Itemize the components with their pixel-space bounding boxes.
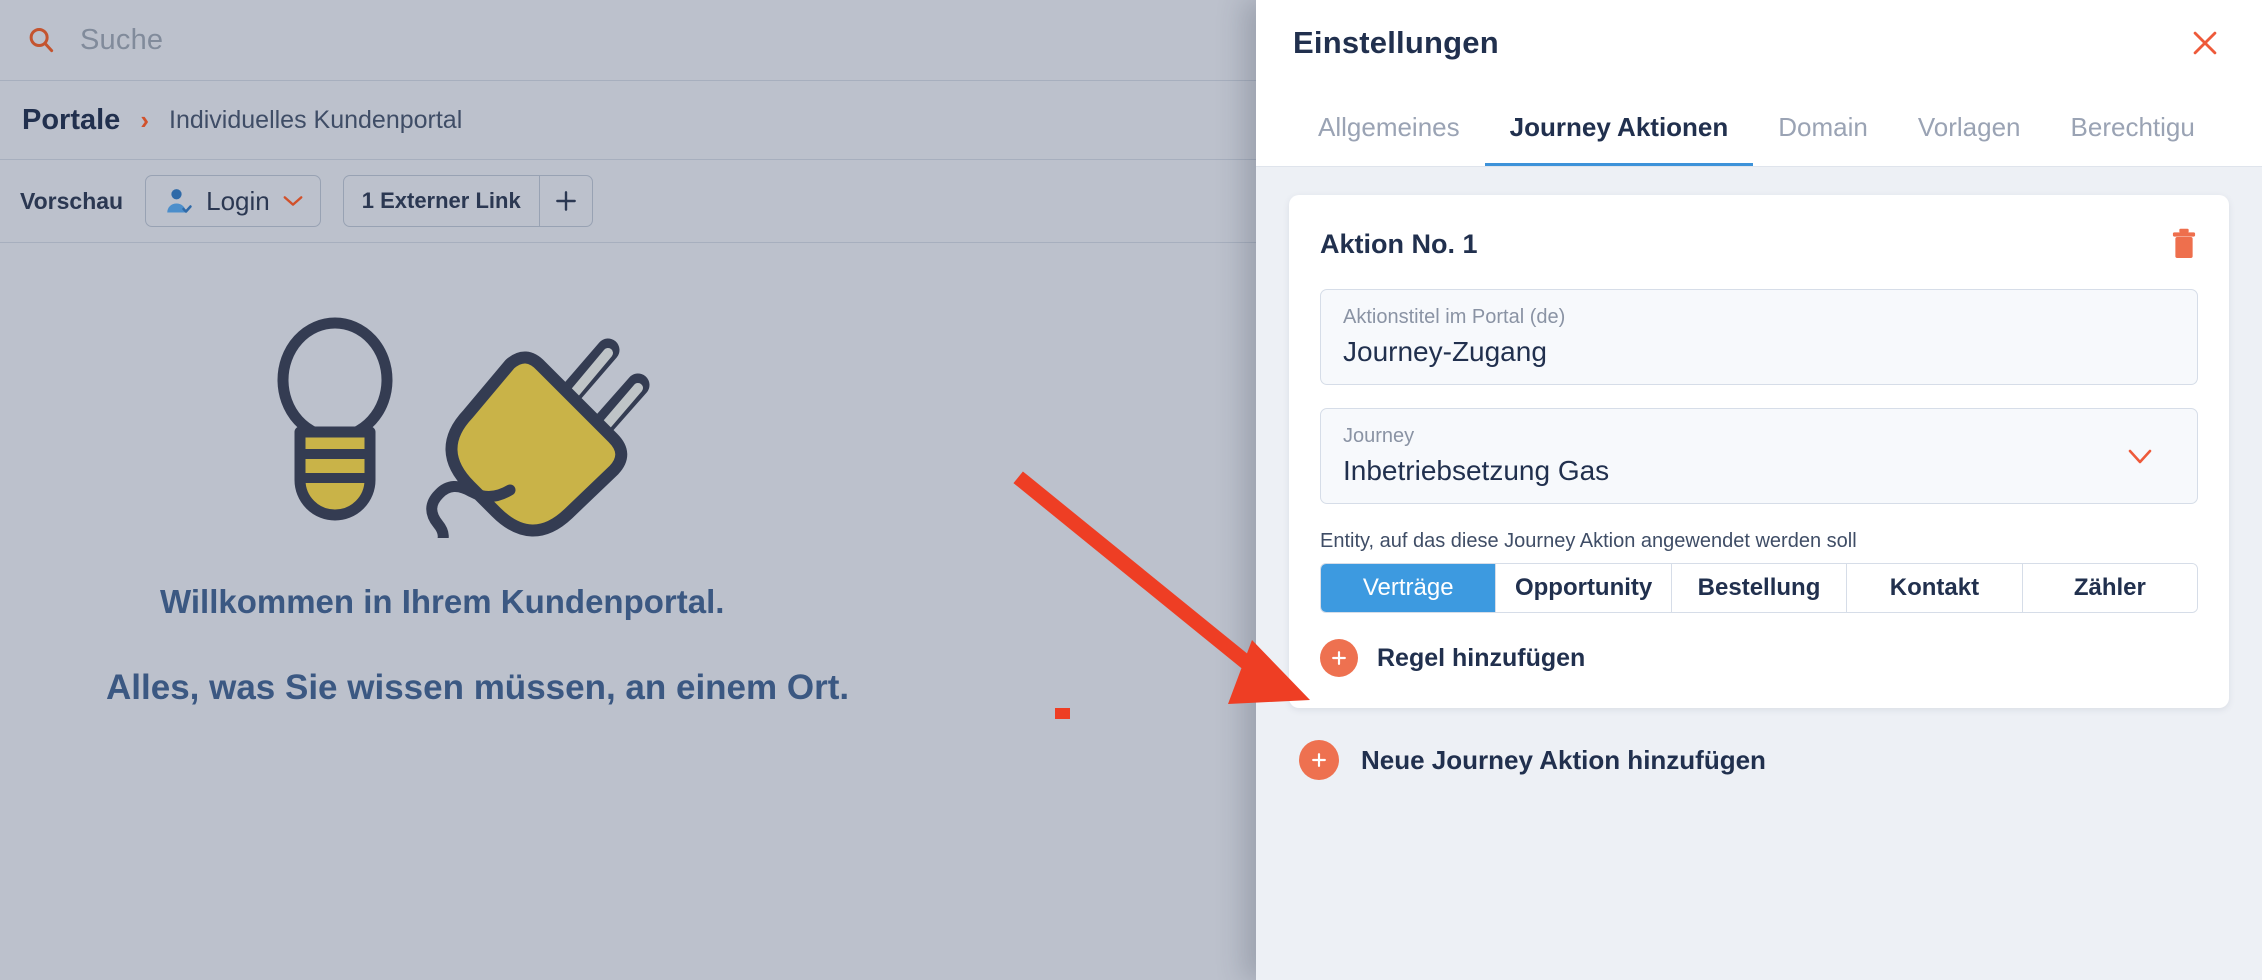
plus-circle-icon — [1320, 639, 1358, 677]
user-check-icon — [164, 186, 194, 216]
breadcrumb-current: Individuelles Kundenportal — [169, 105, 463, 134]
action-title: Aktion No. 1 — [1320, 228, 1478, 259]
add-rule-label: Regel hinzufügen — [1377, 643, 1586, 672]
journey-select-label: Journey — [1343, 425, 1415, 447]
global-search-bar[interactable]: Suche — [0, 0, 1256, 80]
tab-journey-aktionen[interactable]: Journey Aktionen — [1484, 112, 1754, 166]
breadcrumb-separator-icon: › — [140, 104, 149, 135]
lightbulb-and-plug-illustration — [270, 308, 670, 553]
entity-option-zaehler[interactable]: Zähler — [2022, 564, 2197, 612]
entity-option-kontakt[interactable]: Kontakt — [1847, 564, 2023, 612]
close-icon[interactable] — [2188, 26, 2222, 60]
breadcrumb-root[interactable]: Portale — [22, 104, 120, 137]
portal-toolbar: Vorschau Login 1 Externer Link — [0, 160, 1256, 242]
plus-circle-icon — [1299, 740, 1339, 780]
card-header: Aktion No. 1 — [1320, 222, 2198, 266]
preview-subheading: Alles, was Sie wissen müssen, an einem O… — [106, 668, 850, 707]
red-square-marker — [1055, 708, 1070, 719]
action-title-field-value[interactable]: Journey-Zugang — [1343, 336, 2175, 368]
drawer-header: Einstellungen — [1256, 0, 2262, 86]
tab-allgemeines[interactable]: Allgemeines — [1293, 112, 1485, 166]
search-icon — [26, 25, 56, 55]
breadcrumb: Portale › Individuelles Kundenportal — [0, 81, 1256, 159]
tab-vorlagen[interactable]: Vorlagen — [1893, 112, 2046, 166]
preview-heading: Willkommen in Ihrem Kundenportal. — [160, 583, 725, 620]
add-journey-action-button[interactable]: Neue Journey Aktion hinzufügen — [1289, 740, 2229, 780]
external-link-button[interactable]: 1 Externer Link — [344, 176, 540, 226]
entity-selector-group: Verträge Opportunity Bestellung Kontakt … — [1320, 563, 2198, 613]
trash-icon[interactable] — [2170, 228, 2198, 261]
action-title-field[interactable]: Aktionstitel im Portal (de) Journey-Zuga… — [1320, 289, 2198, 385]
entity-option-vertraege[interactable]: Verträge — [1321, 564, 1497, 612]
search-input[interactable]: Suche — [80, 24, 163, 57]
add-rule-button[interactable]: Regel hinzufügen — [1320, 639, 2198, 677]
login-label: Login — [206, 185, 270, 216]
tab-berechtigungen[interactable]: Berechtigu — [2046, 112, 2220, 166]
portal-builder-pane: Suche Portale › Individuelles Kundenport… — [0, 0, 1256, 980]
portal-preview-canvas: Willkommen in Ihrem Kundenportal. Alles,… — [0, 243, 1256, 980]
entity-option-bestellung[interactable]: Bestellung — [1671, 564, 1848, 612]
page-title: Einstellungen — [1293, 25, 1499, 60]
add-journey-action-label: Neue Journey Aktion hinzufügen — [1361, 744, 1766, 775]
external-link-group: 1 Externer Link — [342, 175, 593, 227]
login-dropdown-button[interactable]: Login — [145, 175, 321, 227]
chevron-down-icon — [282, 194, 304, 208]
entity-option-opportunity[interactable]: Opportunity — [1496, 564, 1672, 612]
drawer-tabs: Allgemeines Journey Aktionen Domain Vorl… — [1256, 86, 2262, 167]
journey-select-value: Inbetriebsetzung Gas — [1343, 455, 1610, 486]
tab-domain[interactable]: Domain — [1753, 112, 1893, 166]
app-root: Suche Portale › Individuelles Kundenport… — [0, 0, 2262, 980]
action-title-field-label: Aktionstitel im Portal (de) — [1343, 306, 1566, 328]
journey-select-field[interactable]: Journey Inbetriebsetzung Gas — [1320, 408, 2198, 504]
chevron-down-icon[interactable] — [2128, 448, 2175, 465]
drawer-content: Aktion No. 1 Aktionstitel im Portal (de)… — [1256, 167, 2262, 980]
entity-selector-label: Entity, auf das diese Journey Aktion ang… — [1320, 530, 1857, 552]
settings-drawer: Einstellungen Allgemeines Journey Aktion… — [1256, 0, 2262, 980]
plus-icon — [553, 188, 579, 214]
preview-label: Vorschau — [20, 187, 124, 214]
add-external-link-button[interactable] — [540, 176, 592, 226]
journey-action-card: Aktion No. 1 Aktionstitel im Portal (de)… — [1289, 195, 2229, 708]
